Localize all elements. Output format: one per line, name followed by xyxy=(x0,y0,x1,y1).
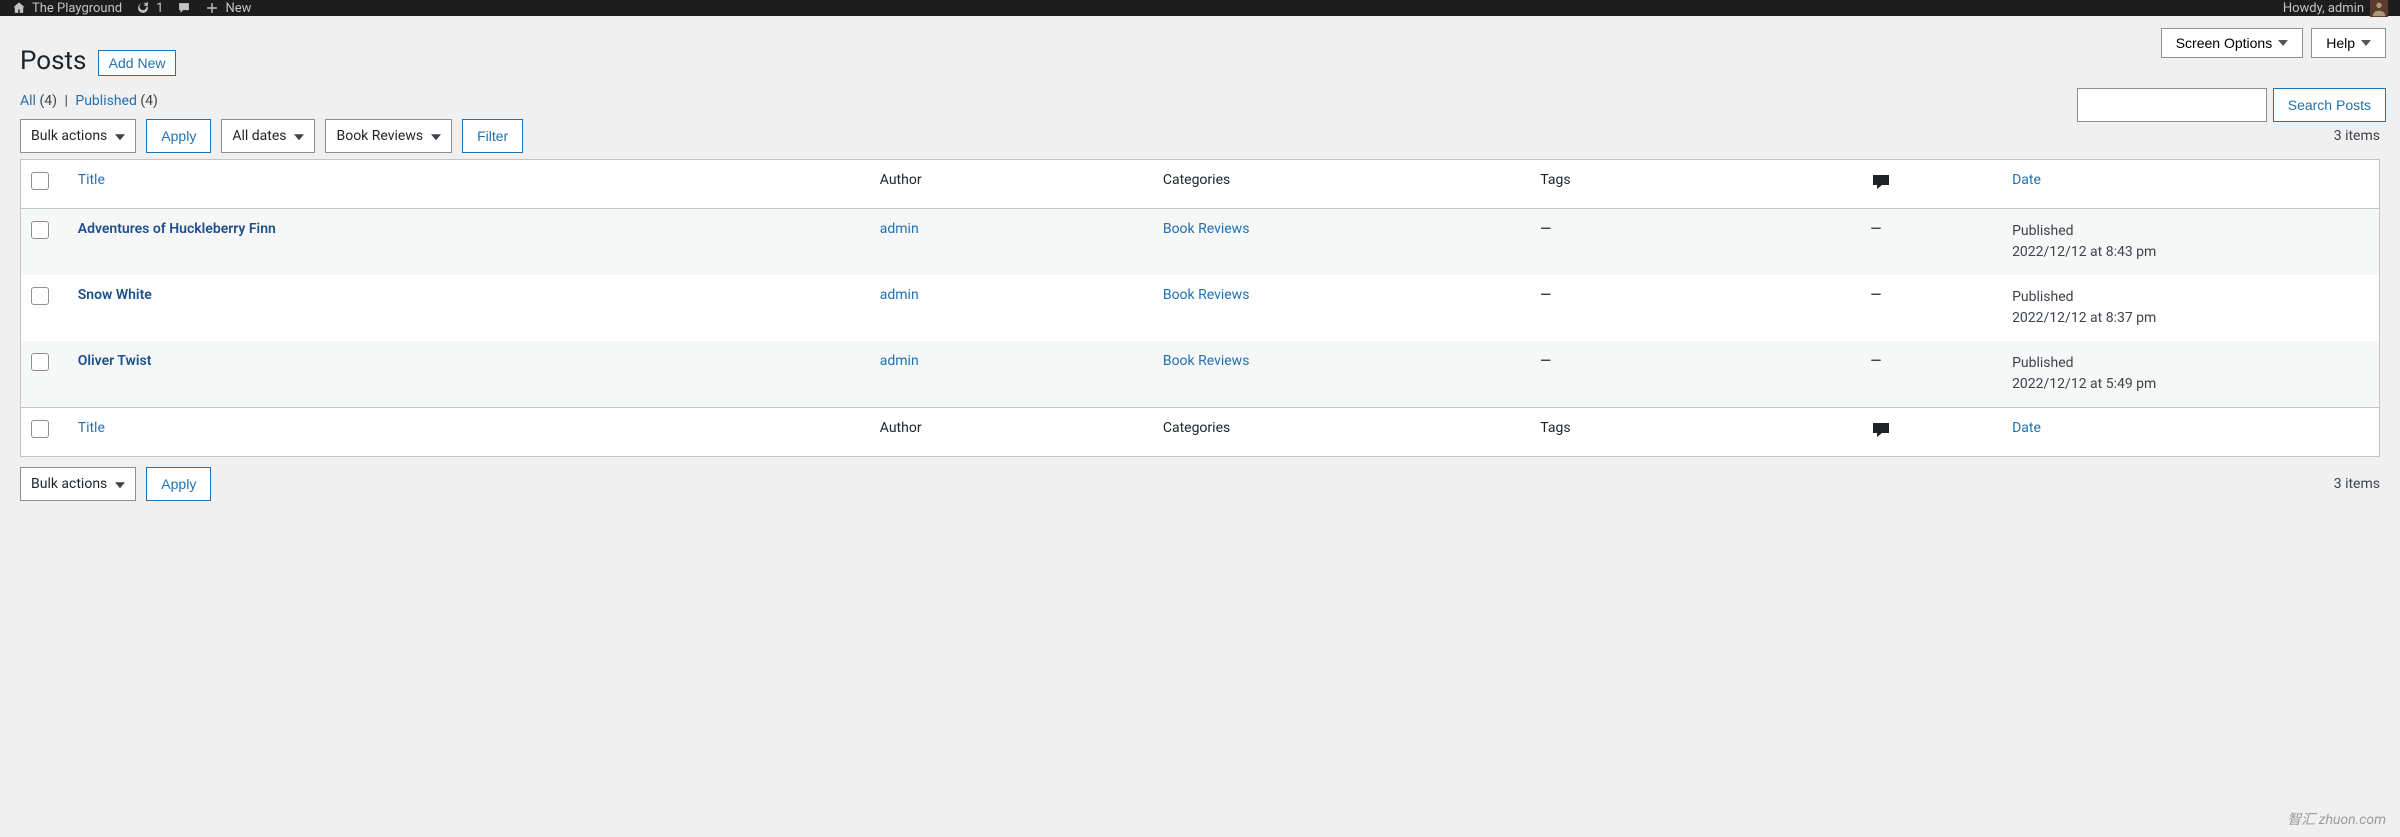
dates-select[interactable]: All dates xyxy=(221,119,315,153)
screen-options-label: Screen Options xyxy=(2176,35,2273,51)
search-input[interactable] xyxy=(2077,88,2267,122)
comment-icon xyxy=(1871,172,1891,196)
post-category-link[interactable]: Book Reviews xyxy=(1163,221,1250,237)
column-categories-header: Categories xyxy=(1153,159,1530,208)
add-new-button[interactable]: Add New xyxy=(98,50,177,76)
row-checkbox[interactable] xyxy=(31,221,49,239)
post-date-cell: Published2022/12/12 at 5:49 pm xyxy=(2002,341,2379,408)
post-category-link[interactable]: Book Reviews xyxy=(1163,287,1250,303)
comment-icon xyxy=(177,1,191,15)
post-comments-value: — xyxy=(1871,287,1882,303)
dates-label: All dates xyxy=(232,128,286,144)
posts-table: Title Author Categories Tags Date Advent… xyxy=(20,159,2380,457)
table-row: Adventures of Huckleberry Finn admin Book … xyxy=(21,208,2380,275)
row-checkbox[interactable] xyxy=(31,353,49,371)
post-category-link[interactable]: Book Reviews xyxy=(1163,353,1250,369)
post-author-link[interactable]: admin xyxy=(880,221,919,237)
new-content-link[interactable]: New xyxy=(205,1,251,16)
post-date-cell: Published2022/12/12 at 8:43 pm xyxy=(2002,208,2379,275)
separator: | xyxy=(60,93,71,109)
post-date-cell: Published2022/12/12 at 8:37 pm xyxy=(2002,275,2379,341)
post-comments-value: — xyxy=(1871,221,1882,237)
howdy-text: Howdy, admin xyxy=(2283,1,2364,16)
row-checkbox[interactable] xyxy=(31,287,49,305)
site-name-label: The Playground xyxy=(32,1,122,16)
updates-link[interactable]: 1 xyxy=(136,1,163,16)
home-icon xyxy=(12,1,26,15)
column-tags-header: Tags xyxy=(1530,159,1860,208)
screen-options-button[interactable]: Screen Options xyxy=(2161,28,2304,58)
table-row: Oliver Twist admin Book Reviews — — Published… xyxy=(21,341,2380,408)
apply-button-bottom[interactable]: Apply xyxy=(146,467,211,501)
post-tags-value: — xyxy=(1540,353,1551,369)
item-count-top: 3 items xyxy=(2334,128,2380,144)
column-categories-footer: Categories xyxy=(1153,407,1530,456)
site-name-link[interactable]: The Playground xyxy=(12,1,122,16)
comments-link[interactable] xyxy=(177,1,191,15)
select-all-checkbox-top[interactable] xyxy=(31,172,49,190)
column-tags-footer: Tags xyxy=(1530,407,1860,456)
page-title: Posts xyxy=(20,26,86,76)
category-label: Book Reviews xyxy=(336,128,423,144)
column-date-footer[interactable]: Date xyxy=(2012,420,2041,436)
select-all-checkbox-bottom[interactable] xyxy=(31,420,49,438)
column-author-footer: Author xyxy=(870,407,1153,456)
comment-icon xyxy=(1871,420,1891,444)
search-posts-button[interactable]: Search Posts xyxy=(2273,88,2386,122)
caret-down-icon xyxy=(2278,40,2288,46)
admin-toolbar: The Playground 1 New Howdy, admin xyxy=(0,0,2400,16)
filter-button[interactable]: Filter xyxy=(462,119,523,153)
column-date-header[interactable]: Date xyxy=(2012,172,2041,188)
status-filters: All (4) | Published (4) xyxy=(20,93,2380,109)
filter-all-link[interactable]: All xyxy=(20,93,36,109)
column-title-header[interactable]: Title xyxy=(78,172,105,188)
post-author-link[interactable]: admin xyxy=(880,287,919,303)
new-label: New xyxy=(225,1,251,16)
avatar-icon xyxy=(2370,0,2388,17)
help-label: Help xyxy=(2326,35,2355,51)
post-tags-value: — xyxy=(1540,221,1551,237)
bulk-actions-select[interactable]: Bulk actions xyxy=(20,119,136,153)
post-title-link[interactable]: Oliver Twist xyxy=(78,353,152,369)
bulk-actions-select-bottom[interactable]: Bulk actions xyxy=(20,467,136,501)
post-comments-value: — xyxy=(1871,353,1882,369)
post-title-link[interactable]: Snow White xyxy=(78,287,152,303)
plus-icon xyxy=(205,1,219,15)
refresh-icon xyxy=(136,1,150,15)
caret-down-icon xyxy=(2361,40,2371,46)
apply-button-top[interactable]: Apply xyxy=(146,119,211,153)
filter-published-link[interactable]: Published xyxy=(75,93,136,109)
bulk-actions-label-bottom: Bulk actions xyxy=(31,476,107,492)
column-title-footer[interactable]: Title xyxy=(78,420,105,436)
updates-count: 1 xyxy=(156,1,163,16)
post-title-link[interactable]: Adventures of Huckleberry Finn xyxy=(78,221,276,237)
help-button[interactable]: Help xyxy=(2311,28,2386,58)
watermark: 智汇 zhuon.com xyxy=(2287,809,2386,829)
item-count-bottom: 3 items xyxy=(2334,476,2380,492)
filter-all-count: (4) xyxy=(39,93,57,109)
filter-published-count: (4) xyxy=(140,93,158,109)
post-tags-value: — xyxy=(1540,287,1551,303)
category-select[interactable]: Book Reviews xyxy=(325,119,452,153)
post-author-link[interactable]: admin xyxy=(880,353,919,369)
howdy-link[interactable]: Howdy, admin xyxy=(2283,0,2388,17)
bulk-actions-label: Bulk actions xyxy=(31,128,107,144)
column-author-header: Author xyxy=(870,159,1153,208)
table-row: Snow White admin Book Reviews — — Published20… xyxy=(21,275,2380,341)
